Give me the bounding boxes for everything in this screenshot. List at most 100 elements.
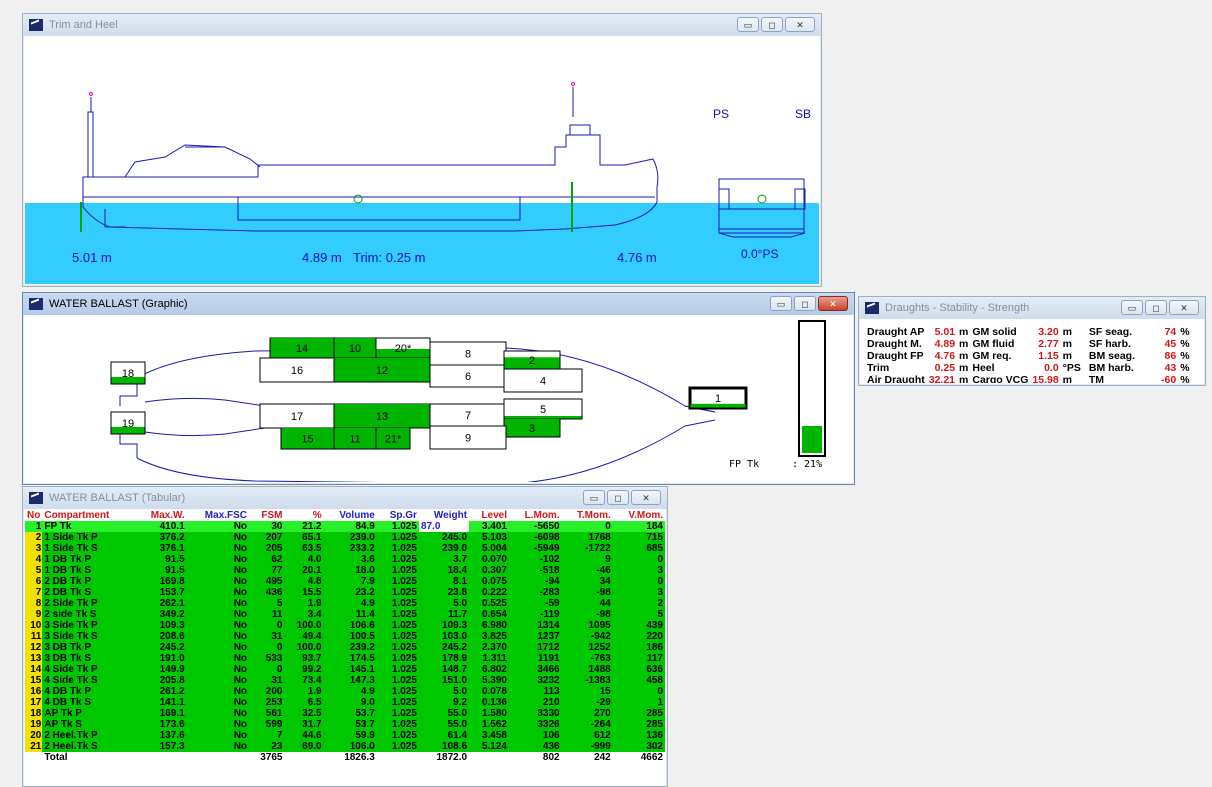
tank-3[interactable]: 3 (503, 418, 561, 438)
column-header[interactable]: L.Mom. (509, 510, 562, 521)
ballast-graphic-titlebar[interactable]: WATER BALLAST (Graphic) ▭ ◻ ✕ (23, 293, 854, 315)
column-header[interactable]: FSM (249, 510, 284, 521)
table-row[interactable]: 31 Side Tk S 376.1 No 205 63.5 233.2 1.025 239.… (25, 543, 665, 554)
tank-11[interactable]: 11 (333, 427, 377, 450)
table-cell: 3.4 (284, 609, 324, 620)
table-row[interactable]: 11 3 Side Tk S 208.6 No 31 49.4 100.5 1.025 103.… (25, 631, 665, 642)
table-row[interactable]: 14 4 Side Tk P 149.9 No 0 99.2 145.1 1.025 148.7… (25, 664, 665, 675)
table-row[interactable]: 82 Side Tk P 262.1 No 5 1.9 4.9 1.025 5.0 0.525-… (25, 598, 665, 609)
tank-20-star[interactable]: 20* (375, 337, 431, 359)
table-row[interactable]: 20 2 Heel.Tk P 137.6 No 7 44.6 59.9 1.025 61.4 3.… (25, 730, 665, 741)
table-cell[interactable]: 87.0 (418, 521, 470, 532)
table-cell: 4 Side Tk S (42, 675, 136, 686)
table-cell: 62 (249, 554, 285, 565)
close-button[interactable]: ✕ (785, 17, 815, 32)
draughts-titlebar[interactable]: Draughts - Stability - Strength ▭ ◻ ✕ (859, 297, 1205, 319)
column-header[interactable]: T.Mom. (562, 510, 613, 521)
tank-15[interactable]: 15 (280, 427, 335, 450)
tank-14[interactable]: 14 (269, 337, 335, 359)
table-row[interactable]: 12 3 DB Tk P 245.2 No 0 100.0 239.2 1.025 245.2 2… (25, 642, 665, 653)
tank-8[interactable]: 8 (429, 341, 507, 366)
maximize-button[interactable]: ◻ (761, 17, 783, 32)
table-row[interactable]: 72 DB Tk S 153.7 No 436 15.5 23.2 1.025 23.8 0.2… (25, 587, 665, 598)
tank-13[interactable]: 13 (333, 403, 431, 429)
column-header[interactable]: % (284, 510, 323, 521)
table-row[interactable]: 13 3 DB Tk S 191.0 No 533 93.7 174.5 1.025 178.9… (25, 653, 665, 664)
tank-19[interactable]: 19 (110, 411, 146, 435)
close-button[interactable]: ✕ (631, 490, 661, 505)
column-header[interactable]: V.Mom. (613, 510, 665, 521)
tank-9[interactable]: 9 (429, 425, 507, 450)
column-header[interactable]: Compartment (42, 510, 135, 521)
tank-4[interactable]: 4 (503, 368, 583, 393)
tank-5[interactable]: 5 (503, 398, 583, 420)
table-row[interactable]: 10 3 Side Tk P 109.3 No 0 100.0 106.6 1.025 109.… (25, 620, 665, 631)
tank-12[interactable]: 12 (333, 357, 431, 383)
table-cell: 31.7 (284, 719, 324, 730)
table-cell: 9.2 (418, 697, 470, 708)
table-cell: 6.5 (284, 697, 324, 708)
column-header[interactable]: Sp.Gr (377, 510, 419, 521)
table-cell: 1.025 (376, 642, 419, 653)
tank-17[interactable]: 17 (259, 403, 335, 429)
draughts-label: GM fluid (972, 338, 1015, 350)
minimize-button[interactable]: ▭ (1121, 300, 1143, 315)
table-cell: 1.025 (376, 598, 419, 609)
table-cell: 410.1 (135, 521, 187, 532)
table-row[interactable]: 21 2 Heel.Tk S 157.3 No 23 69.0 106.0 1.025 108.… (25, 741, 665, 752)
minimize-button[interactable]: ▭ (770, 296, 792, 311)
table-cell: 49.4 (284, 631, 324, 642)
tank-1[interactable]: 1 (688, 386, 748, 410)
table-row[interactable]: 41 DB Tk P 91.5 No 62 4.0 3.6 1.025 3.7 0.070 -10… (25, 554, 665, 565)
tank-21-star[interactable]: 21* (375, 427, 411, 450)
column-header[interactable]: Max.FSC (187, 510, 249, 521)
table-cell: -119 (508, 609, 562, 620)
table-row[interactable]: 19 AP Tk S 173.6 No 599 31.7 53.7 1.025 55.0 1.56… (25, 719, 665, 730)
ballast-graphic-window[interactable]: WATER BALLAST (Graphic) ▭ ◻ ✕ 14 10 20* 8 16… (22, 292, 855, 485)
minimize-button[interactable]: ▭ (737, 17, 759, 32)
close-button[interactable]: ✕ (818, 296, 848, 311)
table-cell: 20 (25, 730, 43, 741)
tank-6[interactable]: 6 (429, 364, 507, 388)
draughts-stability-window[interactable]: Draughts - Stability - Strength ▭ ◻ ✕ Dr… (858, 296, 1206, 386)
table-row[interactable]: 15 4 Side Tk S 205.8 No 31 73.4 147.3 1.025 151.… (25, 675, 665, 686)
tank-2[interactable]: 2 (503, 350, 561, 370)
tank-18[interactable]: 18 (110, 361, 146, 385)
table-cell: 69.0 (284, 741, 324, 752)
table-cell: 1.025 (376, 631, 419, 642)
ballast-table[interactable]: No Compartment Max.W. Max.FSC FSM% Volume Sp.G… (25, 510, 665, 763)
table-cell: 200 (249, 686, 285, 697)
table-row[interactable]: 16 4 DB Tk P 261.2 No 200 1.9 4.9 1.025 5.0 0.078… (25, 686, 665, 697)
heel-value: 0.0°PS (741, 247, 779, 261)
table-row[interactable]: 51 DB Tk S 91.5 No 77 20.1 18.0 1.025 18.4 0.307… (25, 565, 665, 576)
table-cell: 1314 (508, 620, 562, 631)
ballast-tabular-titlebar[interactable]: WATER BALLAST (Tabular) ▭ ◻ ✕ (23, 487, 667, 509)
tank-10[interactable]: 10 (333, 337, 377, 359)
close-button[interactable]: ✕ (1169, 300, 1199, 315)
table-row[interactable]: 1 FP Tk 410.1 No 30 21.2 84.9 1.025 87.0 3.401 -56… (25, 521, 665, 532)
table-cell: No (186, 631, 250, 642)
maximize-button[interactable]: ◻ (1145, 300, 1167, 315)
maximize-button[interactable]: ◻ (794, 296, 816, 311)
tank-16[interactable]: 16 (259, 357, 335, 383)
trim-heel-titlebar[interactable]: Trim and Heel ▭ ◻ ✕ (23, 14, 821, 36)
table-cell: 148.7 (418, 664, 470, 675)
trim-heel-window[interactable]: Trim and Heel ▭ ◻ ✕ PS SB 5.01 m 4.89 m … (22, 13, 822, 287)
column-header[interactable]: Volume (324, 510, 377, 521)
table-row[interactable]: 92 side Tk S 349.2 No 11 3.4 11.4 1.025 11.7 0.6… (25, 609, 665, 620)
table-row[interactable]: 18 AP Tk P 169.1 No 561 32.5 53.7 1.025 55.0 1.58… (25, 708, 665, 719)
column-header[interactable]: No (25, 510, 42, 521)
table-cell: 1.025 (376, 587, 419, 598)
column-header[interactable]: Max.W. (135, 510, 186, 521)
column-header[interactable]: Level (469, 510, 509, 521)
table-row[interactable]: 17 4 DB Tk S 141.1 No 253 6.5 9.0 1.025 9.2 0.136… (25, 697, 665, 708)
table-row[interactable]: 62 DB Tk P 169.8 No 495 4.8 7.9 1.025 8.1 0.075-… (25, 576, 665, 587)
table-cell: 5.0 (418, 598, 470, 609)
ballast-tabular-window[interactable]: WATER BALLAST (Tabular) ▭ ◻ ✕ No Compartm… (22, 486, 668, 787)
table-row[interactable]: 21 Side Tk P 376.2 No 207 65.1 239.0 1.025 245.… (25, 532, 665, 543)
table-cell: 21 (25, 741, 43, 752)
tank-7[interactable]: 7 (429, 403, 507, 427)
minimize-button[interactable]: ▭ (583, 490, 605, 505)
column-header[interactable]: Weight (419, 510, 469, 521)
maximize-button[interactable]: ◻ (607, 490, 629, 505)
